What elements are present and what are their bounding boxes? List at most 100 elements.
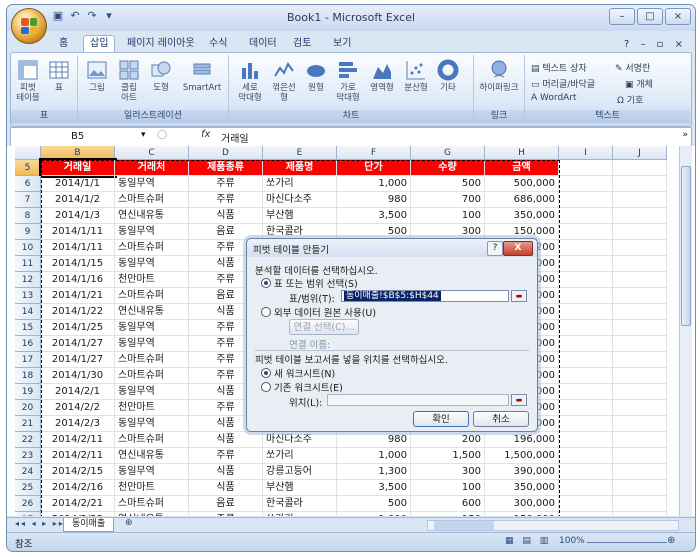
- table-cell[interactable]: 3,500: [337, 480, 411, 496]
- header-cell[interactable]: 금액: [485, 160, 559, 176]
- row-header[interactable]: 17: [15, 352, 41, 368]
- maximize-button[interactable]: □: [637, 8, 663, 25]
- table-cell[interactable]: 1,300: [337, 464, 411, 480]
- dialog-close-button[interactable]: X: [503, 241, 533, 256]
- table-cell[interactable]: 2014/1/11: [41, 224, 115, 240]
- table-cell[interactable]: 500: [337, 496, 411, 512]
- tab-page-layout[interactable]: 페이지 레이아웃: [121, 36, 201, 52]
- clip-art-button[interactable]: 클립 아트: [114, 59, 144, 103]
- name-box[interactable]: B5: [13, 129, 143, 144]
- row-header[interactable]: 22: [15, 432, 41, 448]
- customize-qat-icon[interactable]: ▾: [102, 9, 116, 23]
- table-cell[interactable]: 2014/1/15: [41, 256, 115, 272]
- table-cell[interactable]: [559, 176, 613, 192]
- table-cell[interactable]: 한국콜라: [263, 496, 337, 512]
- table-cell[interactable]: 2014/1/22: [41, 304, 115, 320]
- row-header[interactable]: 13: [15, 288, 41, 304]
- table-cell[interactable]: 1,000: [337, 512, 411, 516]
- select-all-corner[interactable]: [15, 146, 41, 160]
- table-cell[interactable]: [613, 240, 667, 256]
- column-header-g[interactable]: G: [411, 146, 485, 160]
- text-box-button[interactable]: ▤ 텍스트 상자: [531, 61, 587, 74]
- radio-external-source-label[interactable]: 외부 데이터 원본 사용(U): [274, 305, 376, 319]
- table-cell[interactable]: 천만마트: [115, 480, 189, 496]
- header-cell[interactable]: 제품종류: [189, 160, 263, 176]
- insert-function-icon[interactable]: fx: [201, 129, 210, 140]
- row-header[interactable]: 20: [15, 400, 41, 416]
- table-cell[interactable]: [559, 352, 613, 368]
- table-cell[interactable]: 스마트슈퍼: [115, 192, 189, 208]
- undo-icon[interactable]: ↶: [68, 9, 82, 23]
- table-cell[interactable]: 100: [411, 480, 485, 496]
- table-cell[interactable]: 식품: [189, 480, 263, 496]
- table-cell[interactable]: 2014/2/15: [41, 464, 115, 480]
- pivot-table-button[interactable]: 피벗 테이블: [13, 59, 43, 103]
- column-header-f[interactable]: F: [337, 146, 411, 160]
- row-header[interactable]: 16: [15, 336, 41, 352]
- table-cell[interactable]: [613, 384, 667, 400]
- table-cell[interactable]: 천만마트: [115, 272, 189, 288]
- radio-select-table-label[interactable]: 표 또는 범위 선택(S): [274, 276, 358, 290]
- table-cell[interactable]: 2014/2/1: [41, 384, 115, 400]
- radio-external-source[interactable]: [261, 307, 271, 317]
- formula-input[interactable]: 거래일: [221, 130, 249, 145]
- table-cell[interactable]: 2014/2/3: [41, 416, 115, 432]
- table-cell[interactable]: 동일무역: [115, 336, 189, 352]
- row-header[interactable]: 24: [15, 464, 41, 480]
- close-button[interactable]: ×: [665, 8, 691, 25]
- table-cell[interactable]: 동일무역: [115, 464, 189, 480]
- header-cell[interactable]: 거래처: [115, 160, 189, 176]
- table-cell[interactable]: [613, 512, 667, 516]
- table-cell[interactable]: 700: [411, 192, 485, 208]
- table-cell[interactable]: [559, 384, 613, 400]
- table-cell[interactable]: [559, 192, 613, 208]
- row-header[interactable]: 14: [15, 304, 41, 320]
- table-cell[interactable]: [559, 288, 613, 304]
- row-header[interactable]: 19: [15, 384, 41, 400]
- scatter-chart-button[interactable]: 분산형: [401, 59, 431, 93]
- table-cell[interactable]: 연신내유통: [115, 512, 189, 516]
- zoom-level[interactable]: 100%: [559, 536, 585, 546]
- insert-sheet-icon[interactable]: ⊕: [125, 518, 133, 528]
- table-cell[interactable]: 동일무역: [115, 384, 189, 400]
- table-cell[interactable]: 2014/2/16: [41, 480, 115, 496]
- table-cell[interactable]: 강릉고등어: [263, 464, 337, 480]
- table-cell[interactable]: 1,000: [337, 176, 411, 192]
- table-cell[interactable]: [613, 400, 667, 416]
- table-cell[interactable]: 350,000: [485, 480, 559, 496]
- table-cell[interactable]: 식품: [189, 432, 263, 448]
- table-cell[interactable]: [559, 240, 613, 256]
- horizontal-scrollbar[interactable]: [427, 520, 679, 531]
- sheet-nav-icons[interactable]: ◂◂ ◂ ▸ ▸▸: [15, 519, 65, 528]
- table-cell[interactable]: 2014/2/21: [41, 496, 115, 512]
- header-cell[interactable]: [613, 160, 667, 176]
- table-cell[interactable]: 100: [411, 208, 485, 224]
- office-button[interactable]: [11, 8, 47, 44]
- table-cell[interactable]: 식품: [189, 464, 263, 480]
- table-cell[interactable]: 980: [337, 192, 411, 208]
- radio-new-worksheet-label[interactable]: 새 워크시트(N): [274, 366, 335, 380]
- table-cell[interactable]: 300,000: [485, 496, 559, 512]
- table-cell[interactable]: [559, 368, 613, 384]
- table-cell[interactable]: [613, 192, 667, 208]
- name-box-dropdown-icon[interactable]: ▾: [141, 130, 146, 140]
- table-cell[interactable]: 주류: [189, 448, 263, 464]
- row-header[interactable]: 10: [15, 240, 41, 256]
- location-input[interactable]: [327, 394, 509, 406]
- table-cell[interactable]: 500: [411, 176, 485, 192]
- table-cell[interactable]: [613, 272, 667, 288]
- ok-button[interactable]: 확인: [413, 411, 469, 427]
- row-header[interactable]: 8: [15, 208, 41, 224]
- shapes-button[interactable]: 도형: [146, 59, 176, 93]
- table-cell[interactable]: 스마트슈퍼: [115, 352, 189, 368]
- table-cell[interactable]: 스마트슈퍼: [115, 496, 189, 512]
- table-cell[interactable]: [559, 304, 613, 320]
- row-header[interactable]: 23: [15, 448, 41, 464]
- table-cell[interactable]: 스마트슈퍼: [115, 240, 189, 256]
- table-cell[interactable]: 150: [411, 512, 485, 516]
- minimize-button[interactable]: –: [609, 8, 635, 25]
- area-chart-button[interactable]: 영역형: [367, 59, 397, 93]
- table-cell[interactable]: [559, 432, 613, 448]
- table-cell[interactable]: 2014/1/11: [41, 240, 115, 256]
- column-header-h[interactable]: H: [485, 146, 559, 160]
